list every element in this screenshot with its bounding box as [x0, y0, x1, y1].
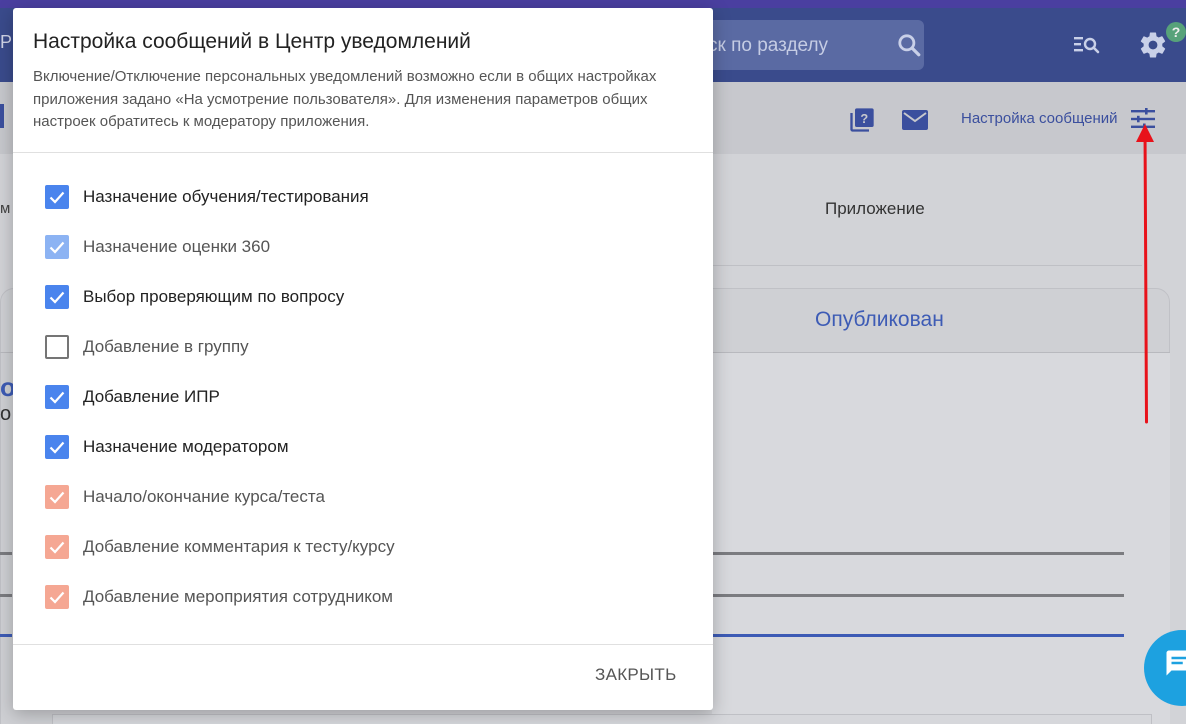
header-logo-fragment: Р: [0, 32, 13, 52]
input-underline-active: [712, 634, 1124, 637]
checkbox-checked-locked: [45, 585, 69, 609]
gear-icon[interactable]: [1138, 30, 1168, 65]
option-label: Назначение обучения/тестирования: [83, 187, 369, 206]
list-search-icon[interactable]: [1073, 34, 1101, 61]
notification-settings-dialog: Настройка сообщений в Центр уведомлений …: [13, 8, 713, 710]
checkbox-unchecked[interactable]: [45, 335, 69, 359]
option-add-idp[interactable]: Добавление ИПР: [45, 384, 220, 410]
option-label: Добавление комментария к тесту/курсу: [83, 537, 395, 556]
option-label: Добавление в группу: [83, 337, 249, 356]
input-underline-active: [0, 634, 12, 637]
divider: [13, 152, 713, 153]
input-underline: [712, 552, 1124, 555]
close-button[interactable]: ЗАКРЫТЬ: [595, 665, 677, 685]
card-text-fragment: о: [0, 403, 12, 425]
checkbox-checked[interactable]: [45, 385, 69, 409]
option-label: Начало/окончание курса/теста: [83, 487, 325, 506]
mail-icon[interactable]: [901, 109, 929, 136]
help-badge[interactable]: ?: [1166, 22, 1186, 42]
option-moderator-assignment[interactable]: Назначение модератором: [45, 434, 289, 460]
checkbox-checked-disabled: [45, 235, 69, 259]
option-label: Назначение оценки 360: [83, 237, 271, 256]
input-underline: [712, 594, 1124, 597]
tab-published[interactable]: Опубликован: [815, 308, 944, 332]
checkbox-checked[interactable]: [45, 285, 69, 309]
option-course-start-end: Начало/окончание курса/теста: [45, 484, 325, 510]
column-header-application: Приложение: [825, 199, 925, 218]
divider: [712, 265, 1142, 266]
option-label: Выбор проверяющим по вопросу: [83, 287, 345, 306]
annotation-arrow-icon: [1136, 124, 1154, 424]
option-label: Добавление мероприятия сотрудником: [83, 587, 393, 606]
option-add-comment: Добавление комментария к тесту/курсу: [45, 534, 395, 560]
input-underline: [0, 552, 12, 555]
option-label: Добавление ИПР: [83, 387, 220, 406]
option-label: Назначение модератором: [83, 437, 289, 456]
option-360-assessment: Назначение оценки 360: [45, 234, 270, 260]
checkbox-checked[interactable]: [45, 435, 69, 459]
option-add-to-group[interactable]: Добавление в группу: [45, 334, 249, 360]
dialog-title: Настройка сообщений в Центр уведомлений: [33, 30, 471, 53]
checkbox-checked[interactable]: [45, 185, 69, 209]
table-header-fragment: м: [0, 200, 11, 217]
divider: [13, 644, 713, 645]
bottom-panel: [52, 714, 1152, 724]
dialog-description: Включение/Отключение персональных уведом…: [33, 68, 657, 130]
message-settings-link[interactable]: Настройка сообщений: [961, 110, 1118, 127]
checkbox-checked-locked: [45, 485, 69, 509]
svg-text:?: ?: [860, 111, 868, 126]
checkbox-checked-locked: [45, 535, 69, 559]
input-underline: [0, 594, 12, 597]
help-book-icon[interactable]: ?: [848, 106, 876, 139]
chat-icon: [1164, 648, 1186, 683]
section-search-placeholder: ск по разделу: [708, 35, 829, 56]
search-icon[interactable]: [896, 32, 922, 63]
option-add-event: Добавление мероприятия сотрудником: [45, 584, 393, 610]
top-accent-strip: [0, 0, 1186, 8]
option-training-assignment[interactable]: Назначение обучения/тестирования: [45, 184, 369, 210]
card-body: [712, 353, 1170, 724]
option-reviewer-selection[interactable]: Выбор проверяющим по вопросу: [45, 284, 344, 310]
toolbar-left-fragment: [0, 104, 4, 128]
